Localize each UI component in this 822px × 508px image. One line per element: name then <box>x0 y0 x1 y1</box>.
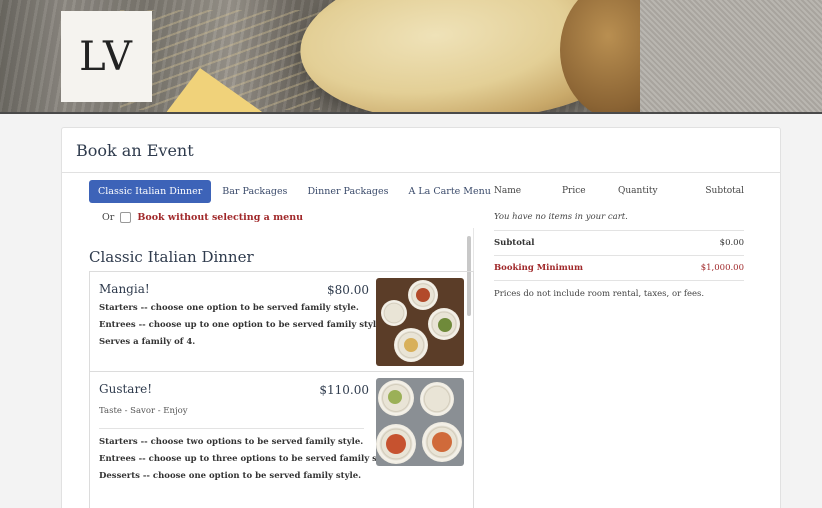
cart-subtotal-row: Subtotal $0.00 <box>494 231 744 256</box>
tab-a-la-carte-menu[interactable]: A La Carte Menu <box>399 180 499 203</box>
booking-card: Book an Event Classic Italian Dinner Bar… <box>61 127 781 508</box>
book-without-menu-label[interactable]: Book without selecting a menu <box>137 212 303 223</box>
package-photo <box>376 378 464 466</box>
cloth-texture <box>640 0 822 114</box>
plate-decoration <box>420 382 454 416</box>
brand-logo[interactable]: LV <box>61 11 152 102</box>
book-without-menu-row: Or Book without selecting a menu <box>102 212 303 223</box>
price-disclaimer: Prices do not include room rental, taxes… <box>494 289 705 299</box>
cart-panel: Name Price Quantity Subtotal You have no… <box>494 186 744 299</box>
package-photo <box>376 278 464 366</box>
booking-minimum-value: $1,000.00 <box>700 263 744 273</box>
tab-dinner-packages[interactable]: Dinner Packages <box>298 180 397 203</box>
package-price: $110.00 <box>319 383 369 397</box>
package-price: $80.00 <box>327 283 369 297</box>
booking-minimum-row: Booking Minimum $1,000.00 <box>494 256 744 281</box>
book-without-menu-checkbox[interactable] <box>120 212 132 223</box>
cart-header-name: Name <box>494 186 522 196</box>
food-decoration <box>388 390 402 404</box>
logo-text: LV <box>79 33 134 80</box>
cart-empty-message: You have no items in your cart. <box>494 212 744 231</box>
package-card-gustare[interactable]: Gustare! $110.00 Taste - Savor - Enjoy S… <box>89 371 474 508</box>
card-header: Book an Event <box>62 128 780 173</box>
cart-header-row: Name Price Quantity Subtotal <box>494 186 744 200</box>
food-decoration <box>432 432 452 452</box>
package-card-mangia[interactable]: Mangia! $80.00 Starters -- choose one op… <box>89 271 474 371</box>
plate-decoration <box>381 300 407 326</box>
or-label: Or <box>102 212 115 223</box>
tab-bar-packages[interactable]: Bar Packages <box>213 180 296 203</box>
cart-header-price: Price <box>562 186 586 196</box>
tab-classic-italian-dinner[interactable]: Classic Italian Dinner <box>89 180 212 203</box>
menu-tabs: Classic Italian Dinner Bar Packages Dinn… <box>89 180 502 203</box>
food-decoration <box>404 338 418 352</box>
food-decoration <box>386 434 406 454</box>
subtotal-label: Subtotal <box>494 238 535 248</box>
booking-minimum-label: Booking Minimum <box>494 263 583 273</box>
package-separator <box>99 428 364 429</box>
subtotal-value: $0.00 <box>719 238 744 248</box>
food-decoration <box>416 288 430 302</box>
food-decoration <box>438 318 452 332</box>
package-list: Mangia! $80.00 Starters -- choose one op… <box>89 271 474 508</box>
cart-header-subtotal: Subtotal <box>705 186 744 196</box>
hero-divider <box>0 112 822 114</box>
cart-header-quantity: Quantity <box>618 186 658 196</box>
page-title: Book an Event <box>76 141 194 160</box>
menu-title: Classic Italian Dinner <box>89 248 254 266</box>
package-line: Desserts -- choose one option to be serv… <box>99 471 362 481</box>
